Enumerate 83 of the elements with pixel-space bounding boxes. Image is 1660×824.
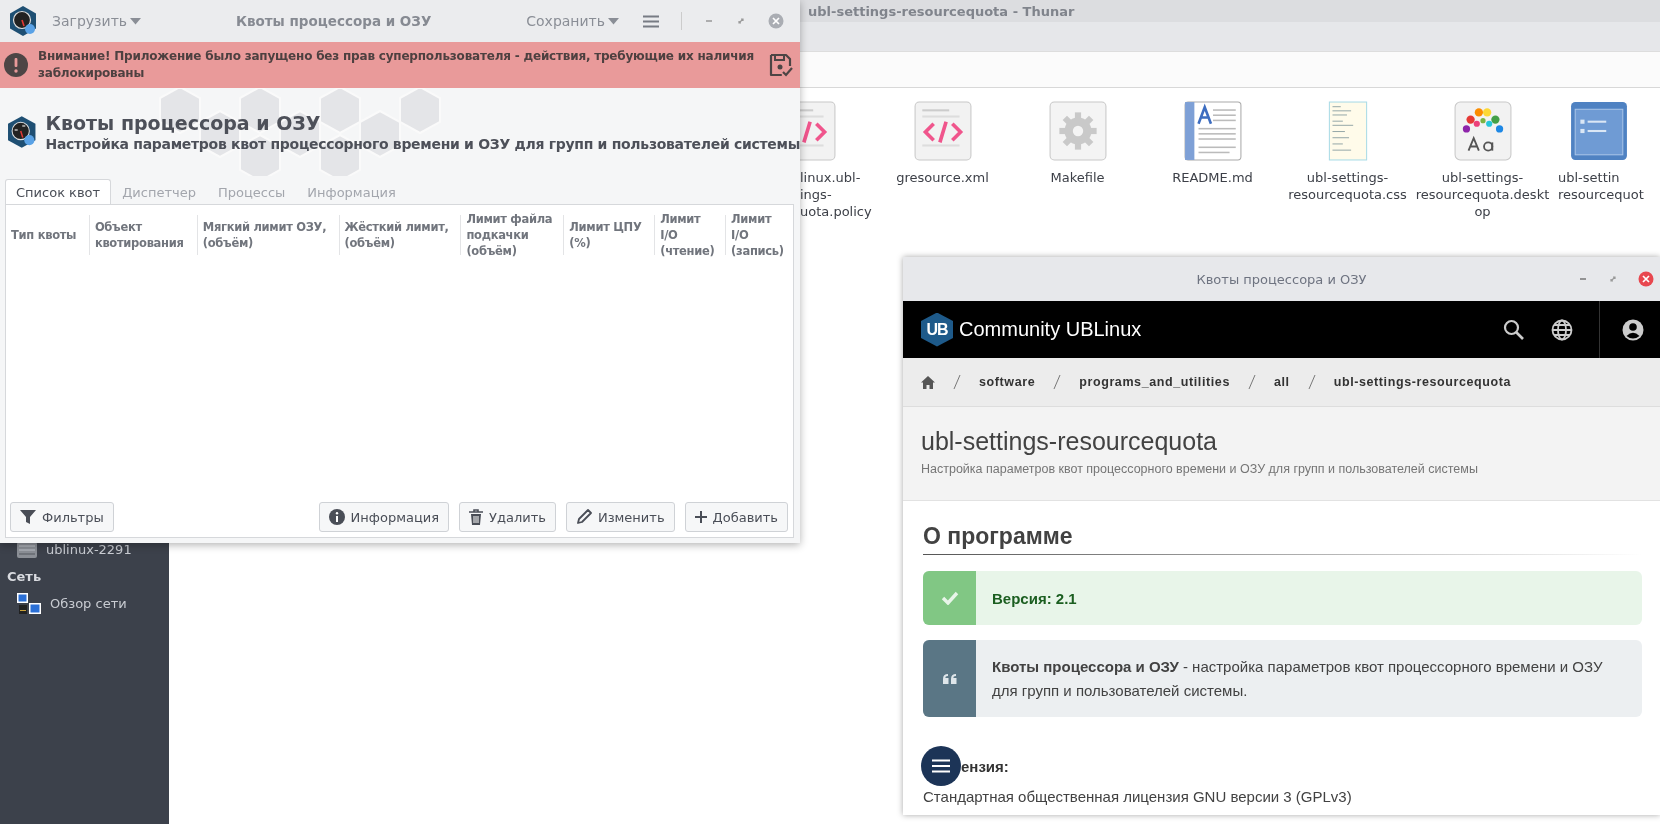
column-header[interactable]: Жёсткий лимит, (объём) xyxy=(344,219,456,251)
page-title: ubl-settings-resourcequota xyxy=(921,427,1218,456)
app-title: Квоты процессора и ОЗУ xyxy=(45,112,322,134)
close-icon[interactable] xyxy=(768,13,784,29)
breadcrumb-link[interactable]: software xyxy=(979,375,1036,389)
warning-text: Внимание! Приложение было запущено без прав суперпользователя - действия, требующие их наличия заблокированы xyxy=(38,48,756,82)
home-icon[interactable] xyxy=(921,375,935,389)
file-item[interactable]: linux.ubl- ings- uota.policy xyxy=(800,101,875,220)
info-icon xyxy=(328,509,345,525)
file-item[interactable]: README.md xyxy=(1145,101,1280,186)
file-name: ubl-settings- resourcequota.css xyxy=(1288,169,1407,203)
close-icon[interactable] xyxy=(1638,271,1654,287)
globe-icon[interactable] xyxy=(1551,318,1573,341)
sidebar-item[interactable]: ublinux-2291 xyxy=(46,542,132,557)
funnel-icon xyxy=(20,509,36,525)
file-name: gresource.xml xyxy=(896,169,989,186)
section-heading: О программе xyxy=(923,523,1642,555)
menu-icon[interactable] xyxy=(643,14,659,28)
document-file-icon xyxy=(1183,101,1242,161)
column-header[interactable]: Лимит файла подкачки (объём) xyxy=(466,211,559,259)
save-check-icon[interactable] xyxy=(768,52,794,78)
file-item[interactable]: Makefile xyxy=(1010,101,1145,186)
column-header[interactable]: Лимит I/O (запись) xyxy=(731,211,788,259)
column-header[interactable]: Тип квоты xyxy=(11,227,77,243)
file-name: README.md xyxy=(1172,169,1253,186)
gear-file-icon xyxy=(1048,101,1107,161)
pencil-button[interactable]: Изменить xyxy=(565,502,675,532)
breadcrumb-separator-icon xyxy=(1053,375,1062,389)
search-icon[interactable] xyxy=(1503,318,1525,341)
window-layout-icon xyxy=(1570,101,1628,161)
info-button[interactable]: Информация xyxy=(318,502,450,532)
site-name[interactable]: Community UBLinux xyxy=(959,318,1503,341)
quote-icon xyxy=(942,673,957,684)
plus-icon xyxy=(694,511,707,523)
font-palette-icon xyxy=(1453,101,1512,161)
description-note: Квоты процессора и ОЗУ - настройка параметров квот процессорного времени и ОЗУ для групп и пользователей системы. xyxy=(923,640,1642,717)
column-header[interactable]: Объект квотирования xyxy=(94,219,192,251)
file-item[interactable]: ubl-settings- resourcequota.deskt op xyxy=(1415,101,1550,220)
maximize-icon[interactable] xyxy=(736,16,746,26)
page-subtitle: Настройка параметров квот процессорного времени и ОЗУ для групп и пользователей системы xyxy=(921,462,1479,476)
trash-button[interactable]: Удалить xyxy=(459,502,556,532)
file-item[interactable]: ubl-settings- resourcequota.css xyxy=(1280,101,1415,203)
trash-icon xyxy=(469,509,484,525)
file-name: linux.ubl- ings- uota.policy xyxy=(800,169,872,220)
menu-icon xyxy=(932,759,950,773)
file-name: ubl-settin resourcequot xyxy=(1557,169,1644,203)
account-icon[interactable] xyxy=(1622,318,1644,341)
network-computers-icon xyxy=(16,591,42,616)
window-title: Квоты процессора и ОЗУ xyxy=(1196,271,1367,287)
license-text: Стандартная общественная лицензия GNU версии 3 (GPLv3) xyxy=(923,788,1353,805)
version-note: Версия: 2.1 xyxy=(923,571,1642,625)
breadcrumb-separator-icon xyxy=(953,375,961,389)
check-icon xyxy=(940,591,959,605)
app-subtitle: Настройка параметров квот процессорного времени и ОЗУ для групп и пользователей системы xyxy=(45,136,800,152)
filter-button[interactable]: Фильтры xyxy=(10,502,114,532)
file-item[interactable]: ubl-settin resourcequot xyxy=(1550,101,1660,203)
file-name: ubl-settings- resourcequota.deskt op xyxy=(1415,169,1550,220)
window-title: ubl-settings-resourcequota - Thunar xyxy=(808,3,1075,19)
menu-button[interactable] xyxy=(921,746,961,786)
caret-icon xyxy=(130,17,142,25)
breadcrumb-separator-icon xyxy=(1247,375,1256,389)
caret-icon xyxy=(608,17,619,25)
column-header[interactable]: Лимит ЦПУ (%) xyxy=(569,219,650,251)
column-header[interactable]: Мягкий лимит ОЗУ, (объём) xyxy=(202,219,334,251)
maximize-icon[interactable] xyxy=(1608,274,1618,284)
sidebar-item[interactable]: Обзор сети xyxy=(50,596,127,611)
site-logo[interactable]: UB xyxy=(921,312,953,347)
pencil-icon xyxy=(575,509,592,525)
window-title: Квоты процессора и ОЗУ xyxy=(234,13,433,29)
column-header[interactable]: Лимит I/O (чтение) xyxy=(660,211,721,259)
plus-button[interactable]: Добавить xyxy=(684,502,788,532)
license-label: ензия: xyxy=(961,757,1009,775)
code-file-icon xyxy=(913,101,972,161)
tab[interactable]: Список квот xyxy=(5,179,112,204)
breadcrumb-separator-icon xyxy=(1307,375,1316,389)
sidebar-heading: Сеть xyxy=(7,569,42,584)
breadcrumb-link[interactable]: all xyxy=(1273,375,1290,389)
breadcrumb-link[interactable]: programs_and_utilities xyxy=(1079,375,1230,389)
app-logo-icon xyxy=(8,5,38,37)
warning-icon xyxy=(4,53,28,77)
file-name: Makefile xyxy=(1050,169,1105,186)
file-item[interactable]: gresource.xml xyxy=(875,101,1010,186)
breadcrumb-link[interactable]: ubl-settings-resourcequota xyxy=(1333,375,1512,389)
